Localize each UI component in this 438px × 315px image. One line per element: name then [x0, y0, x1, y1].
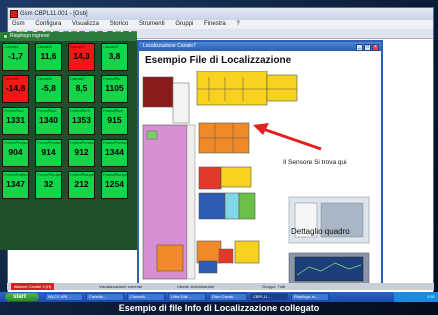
channel-tile[interactable]: Forno/Ric1 1331: [2, 107, 29, 135]
app-icon: [10, 10, 18, 18]
caption: Esempio di file Info di Localizzazione c…: [118, 303, 320, 313]
tile-value: 1331: [6, 115, 25, 125]
taskbar-button[interactable]: Ultra Edit...: [168, 293, 206, 301]
maximize-icon[interactable]: □: [364, 44, 371, 51]
tile-value: 32: [43, 179, 54, 189]
minimize-icon[interactable]: _: [356, 44, 363, 51]
menu-item-strumenti[interactable]: Strumenti: [139, 21, 165, 27]
alarm-status: Allarme Canale 3 (H): [11, 283, 55, 290]
channel-tile[interactable]: Canale1 -1,7: [2, 43, 29, 71]
tile-value: 11,6: [40, 51, 57, 61]
taskbar-button[interactable]: Controlli...: [127, 293, 165, 301]
channel-tile-alarm[interactable]: Canale3 14,3: [68, 43, 95, 71]
channel-tile[interactable]: Canale6 -5,8: [35, 75, 62, 103]
menu-bar: Gsm Configura Visualizza Storico Strumen…: [8, 20, 433, 29]
floor-plan: [142, 71, 370, 286]
start-button[interactable]: start: [5, 293, 39, 301]
group-status: Gruppo: Tutti: [262, 284, 286, 289]
tile-value: 8,5: [75, 83, 88, 93]
tile-value: 212: [74, 179, 89, 189]
channel-tile[interactable]: Forno/Ricupero32: [35, 171, 62, 199]
panel-title: Riepilogo ingressi: [10, 33, 50, 39]
menu-item-configura[interactable]: Configura: [35, 21, 61, 27]
tile-value: 1105: [105, 83, 124, 93]
tile-value: 14,3: [73, 51, 90, 61]
channel-tile[interactable]: Forno/Ricupero2212: [68, 171, 95, 199]
localization-titlebar[interactable]: Localizzazione Canale7 _ □ ×: [139, 42, 381, 51]
panel-icon: [3, 34, 8, 39]
channel-tile[interactable]: Forno/Preriscal41344: [101, 139, 128, 167]
tile-value: 1340: [39, 115, 58, 125]
start-label: start: [13, 294, 27, 300]
channel-tile[interactable]: Forno/Preriscal2914: [35, 139, 62, 167]
screen: Gsm CBPL11.001 - [Gsb] Gsm Configura Vis…: [0, 0, 438, 315]
tile-value: 912: [74, 147, 89, 157]
channel-tile[interactable]: Canale7 8,5: [68, 75, 95, 103]
main-titlebar[interactable]: Gsm CBPL11.001 - [Gsb]: [8, 8, 433, 20]
channel-tile-alarm[interactable]: Canale5 -14,8: [2, 75, 29, 103]
menu-item-visualizza[interactable]: Visualizza: [72, 21, 99, 27]
channel-tile[interactable]: Forno/Preriscal1904: [2, 139, 29, 167]
taskbar-button-active[interactable]: CBPL11...: [250, 293, 288, 301]
tile-value: 1353: [72, 115, 91, 125]
tile-value: 1347: [6, 179, 25, 189]
taskbar-button[interactable]: Gsm Canali...: [209, 293, 247, 301]
view-status: Visualizzazione corrente: [99, 284, 143, 289]
channel-tile[interactable]: Forno/Preriscal3912: [68, 139, 95, 167]
system-tray: 9.51: [394, 292, 438, 302]
channel-tile[interactable]: Canale4 3,8: [101, 43, 128, 71]
channel-tile[interactable]: Forno/Ric3 1353: [68, 107, 95, 135]
panel-header[interactable]: Riepilogo ingressi: [0, 32, 137, 41]
tile-value: 914: [41, 147, 56, 157]
menu-item-storico[interactable]: Storico: [110, 21, 129, 27]
user-status: Utente: Administrator: [177, 284, 215, 289]
channel-tile[interactable]: Canale2 11,6: [35, 43, 62, 71]
tile-value: 1254: [105, 179, 124, 189]
menu-item-gsm[interactable]: Gsm: [12, 21, 25, 27]
status-bar: Allarme Canale 3 (H) Visualizzazione cor…: [7, 283, 434, 290]
localization-window: Localizzazione Canale7 _ □ × Esempio File …: [137, 40, 383, 290]
sensor-location-label: Il Sensore Si trova qui: [283, 159, 347, 166]
tile-value: 904: [8, 147, 23, 157]
close-icon[interactable]: ×: [372, 44, 379, 51]
localization-heading: Esempio File di Localizzazione: [145, 55, 292, 66]
menu-item-gruppi[interactable]: Gruppi: [175, 21, 193, 27]
channel-tile[interactable]: Forno/Ric4 915: [101, 107, 128, 135]
channel-tile[interactable]: Forno/Ric 1105: [101, 75, 128, 103]
channel-tile[interactable]: Forno/Raffred11347: [2, 171, 29, 199]
localization-image: Esempio File di Localizzazione Il Sensor…: [139, 51, 381, 288]
taskbar-button[interactable]: Cartella...: [86, 293, 124, 301]
menu-item-help[interactable]: ?: [236, 21, 239, 27]
panel-detail-label: Dettaglio quadro: [291, 227, 350, 236]
tile-value: 1344: [105, 147, 124, 157]
channel-tile[interactable]: Forno/Ricupero31254: [101, 171, 128, 199]
clock: 9.51: [427, 294, 435, 299]
red-arrow-icon: [253, 123, 322, 151]
tile-value: -1,7: [8, 51, 23, 61]
taskbar-button[interactable]: WLCS.VRI...: [45, 293, 83, 301]
app-title: Gsm CBPL11.001 - [Gsb]: [20, 11, 88, 17]
tile-value: -14,8: [5, 83, 26, 93]
tile-value: -5,8: [41, 83, 56, 93]
tile-value: 3,8: [108, 51, 121, 61]
inputs-summary-panel: Riepilogo ingressi Canale1 -1,7 Canale2 11…: [0, 32, 137, 250]
tile-value: 915: [107, 115, 122, 125]
localization-window-title: Localizzazione Canale7: [143, 43, 196, 49]
taskbar-button[interactable]: Riepilogo in...: [291, 293, 329, 301]
channel-tile[interactable]: Forno/Ric2 1340: [35, 107, 62, 135]
taskbar: start WLCS.VRI... Cartella... Controlli.…: [0, 292, 438, 302]
menu-item-finestra[interactable]: Finestra: [204, 21, 226, 27]
window-controls: _ □ ×: [355, 43, 379, 51]
